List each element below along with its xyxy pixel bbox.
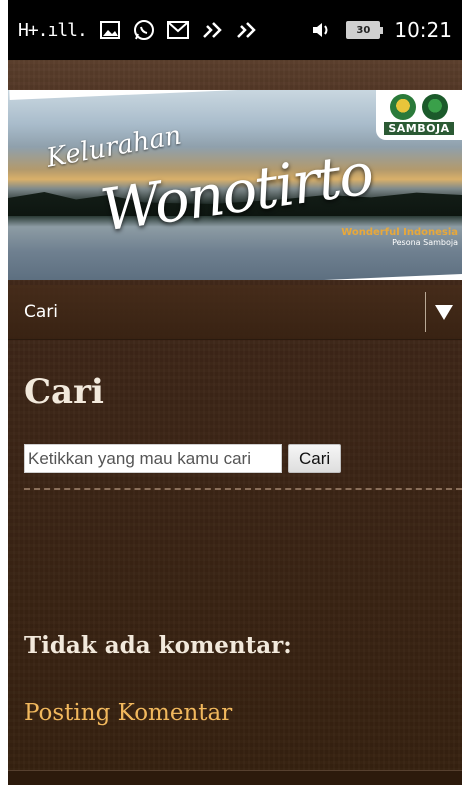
search-input[interactable]: [24, 444, 282, 473]
search-form: Cari: [24, 444, 342, 473]
missed-call-icon: [201, 19, 223, 41]
clock: 10:21: [394, 18, 452, 42]
post-comment-link[interactable]: Posting Komentar: [24, 700, 232, 726]
divider: [24, 488, 462, 490]
search-button[interactable]: Cari: [288, 444, 342, 473]
image-icon: [99, 19, 121, 41]
samboja-logo: SAMBOJA: [376, 90, 462, 140]
tourism-logo: Wonderful Indonesia Pesona Samboja: [341, 227, 458, 248]
comments-heading: Tidak ada komentar:: [24, 632, 292, 659]
missed-call-icon: [235, 19, 257, 41]
gmail-icon: [166, 19, 189, 41]
status-bar: H+.ıll. 30 10:21: [8, 0, 462, 60]
footer-band: [8, 770, 462, 785]
nav-current-page[interactable]: Cari: [8, 302, 425, 322]
battery-level: 30: [356, 24, 371, 36]
battery-icon: 30: [346, 21, 384, 39]
emblem-icon: [390, 94, 416, 120]
emblem-icon: [422, 94, 448, 120]
volume-icon: [310, 19, 332, 41]
nav-bar: Cari: [8, 285, 462, 340]
app-frame: H+.ıll. 30 10:21 SAMBOJA Kelurahan Wonot…: [8, 0, 462, 785]
page-title: Cari: [24, 372, 104, 412]
triangle-down-icon[interactable]: [426, 285, 462, 340]
signal-indicator: H+.ıll.: [18, 19, 88, 41]
whatsapp-icon: [133, 19, 155, 41]
